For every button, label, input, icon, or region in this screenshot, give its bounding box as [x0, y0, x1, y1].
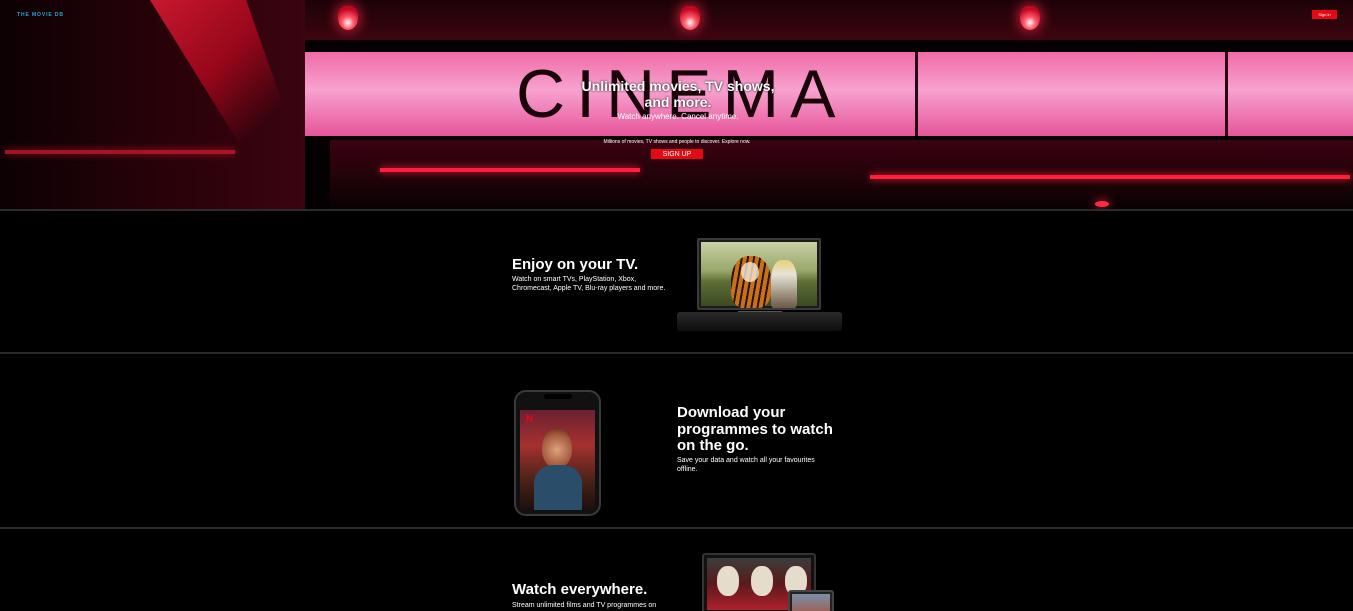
person [771, 260, 797, 308]
section-divider [0, 352, 1353, 354]
neon-strip [870, 175, 1350, 179]
site-logo[interactable]: THE MOVIE DB [17, 12, 64, 18]
story-text: Save your data and watch all your favour… [677, 457, 815, 473]
neon-strip [380, 168, 640, 172]
hero-title: Unlimited movies, TV shows, and more. [581, 78, 775, 110]
story-title: Watch everywhere. [512, 581, 648, 598]
section-divider [0, 527, 1353, 529]
tv-stand [677, 312, 842, 331]
tv-image [697, 238, 821, 310]
story-text: Stream unlimited films and TV programmes… [512, 602, 657, 609]
story-title: Enjoy on your TV. [512, 256, 639, 273]
hero-section: CINEMA THE MOVIE DB Sign in Unlimited mo… [0, 0, 1353, 210]
hero-text-block: Unlimited movies, TV shows, and more. Wa… [580, 78, 776, 121]
phone-image: N [514, 390, 601, 516]
ceiling-lamp [680, 6, 700, 30]
ceiling-lamp [1020, 6, 1040, 30]
ceiling-lamp [338, 6, 358, 30]
story-text: Watch on smart TVs, PlayStation, Xbox, C… [512, 276, 666, 292]
section-divider [0, 209, 1353, 211]
tablet-image [788, 590, 834, 611]
sign-in-button[interactable]: Sign in [1312, 10, 1337, 19]
netflix-logo-icon: N [526, 414, 534, 425]
floor-light [1095, 201, 1109, 207]
hero-subtitle: Watch anywhere. Cancel anytime. [617, 112, 739, 121]
sign-up-button[interactable]: SIGN UP [651, 149, 703, 159]
story-title: Download your programmes to watch on the… [677, 404, 833, 454]
neon-strip [5, 150, 235, 154]
hero-description: Millions of movies, TV shows and people … [603, 139, 751, 145]
